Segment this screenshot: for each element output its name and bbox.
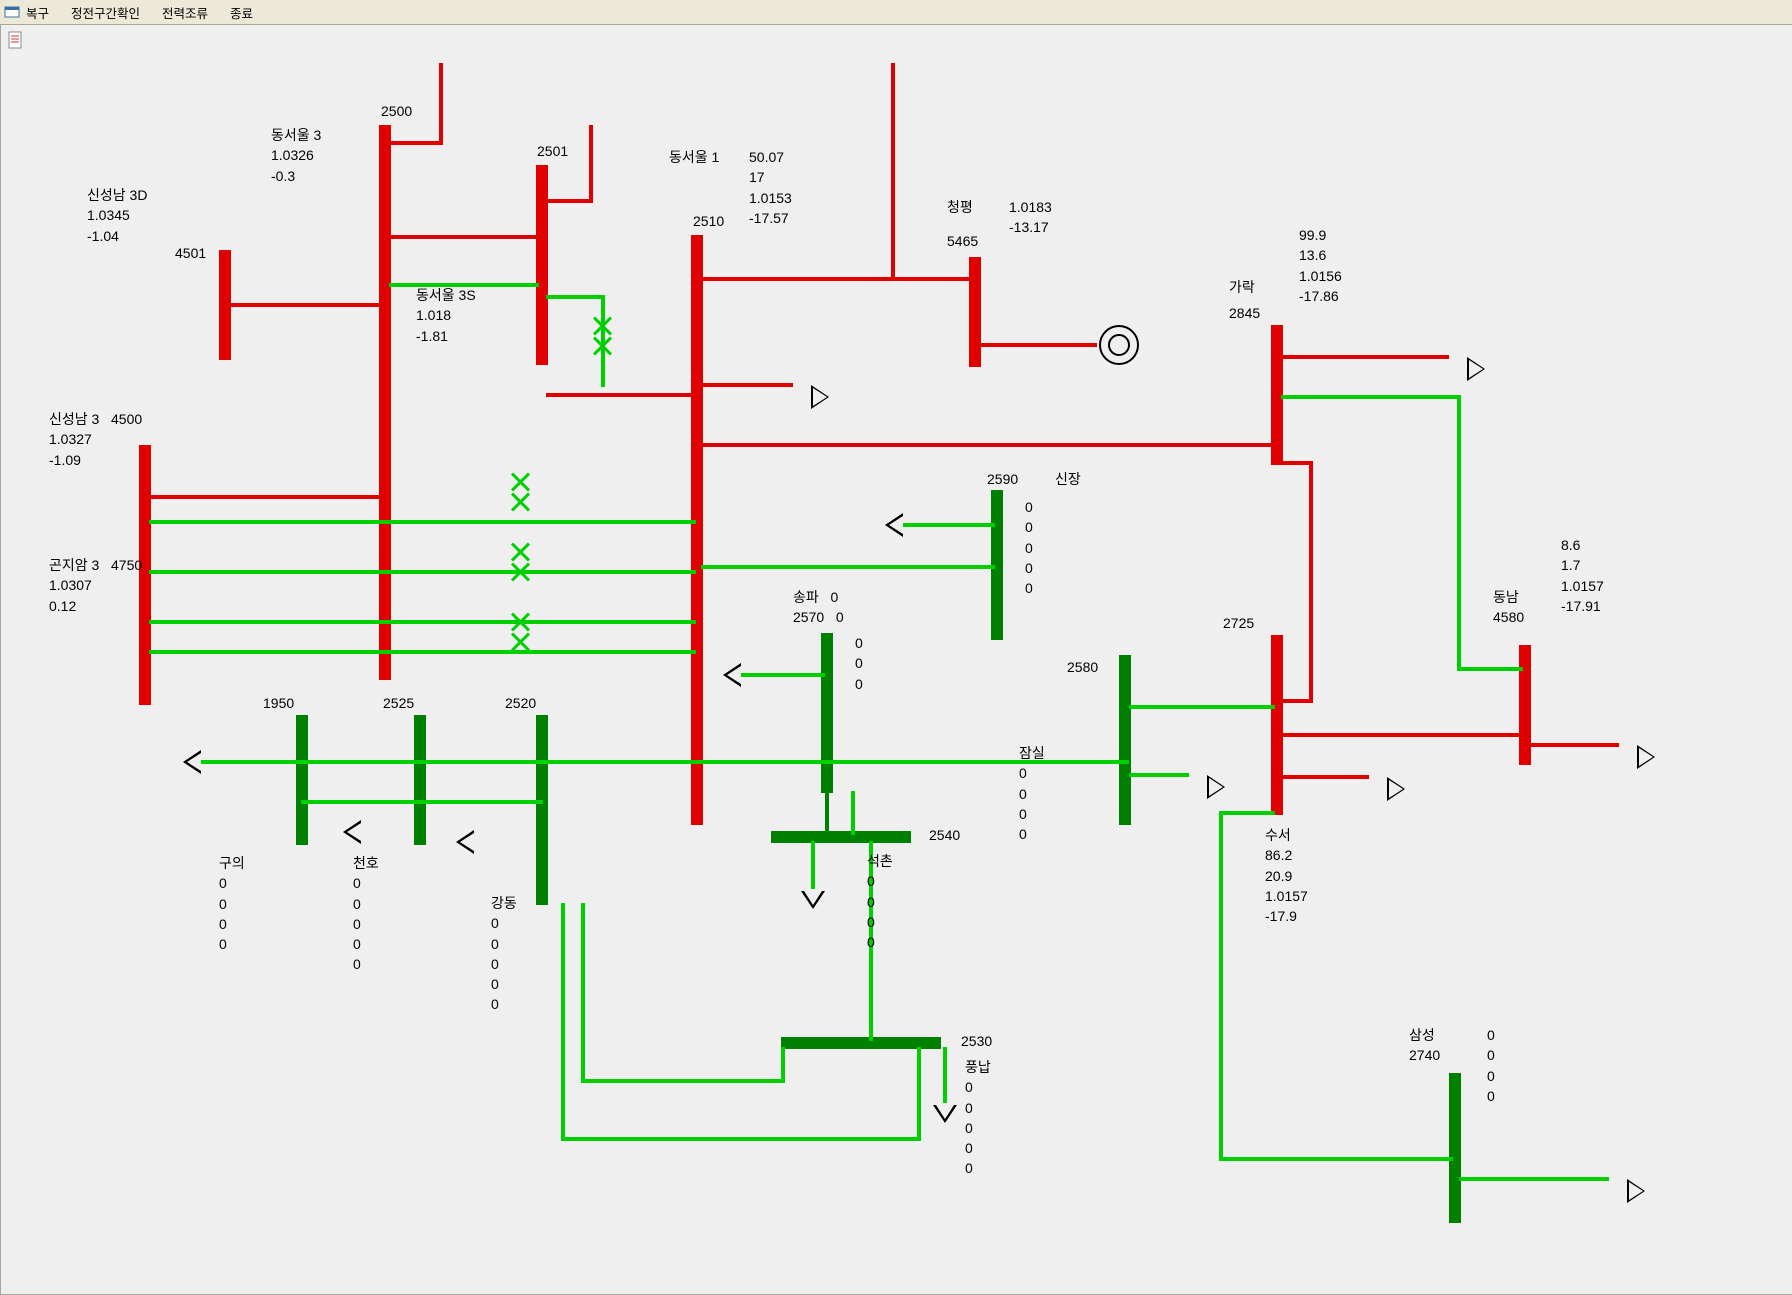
generator-icon (1099, 325, 1139, 365)
switch-icon (511, 543, 529, 561)
menu-outage-check[interactable]: 정전구간확인 (71, 3, 140, 22)
bus-label: 동남 4580 (1493, 587, 1524, 628)
bus-2740 (1449, 1073, 1461, 1223)
bus-label: 천호 0 0 0 0 0 (353, 853, 379, 975)
switch-icon (511, 563, 529, 581)
bus-2570 (821, 633, 833, 793)
bus-values: 99.9 13.6 1.0156 -17.86 (1299, 225, 1342, 306)
bus-values: 8.6 1.7 1.0157 -17.91 (1561, 535, 1604, 616)
app-icon (4, 5, 20, 19)
bus-label: 동서울 3 1.0326 -0.3 (271, 125, 321, 186)
bus-id: 2540 (929, 825, 960, 845)
arrow-icon (1637, 745, 1655, 769)
switch-icon (511, 493, 529, 511)
bus-id: 2530 (961, 1031, 992, 1051)
bus-id: 2525 (383, 693, 414, 713)
switch-icon (593, 337, 611, 355)
bus-2520 (536, 715, 548, 905)
menu-power-flow[interactable]: 전력조류 (162, 3, 208, 22)
bus-values: 0 0 0 0 0 (1025, 497, 1033, 598)
diagram-canvas: 신성남 3D 1.0345 -1.04 4501 신성남 3 4500 1.03… (0, 25, 1792, 1295)
arrow-icon (1627, 1179, 1645, 1203)
switch-icon (511, 633, 529, 651)
bus-4580 (1519, 645, 1531, 765)
document-icon (7, 31, 25, 49)
bus-2540 (771, 831, 911, 843)
bus-1950 (296, 715, 308, 845)
bus-2510 (691, 235, 703, 825)
arrow-icon (1387, 777, 1405, 801)
bus-values: 50.07 17 1.0153 -17.57 (749, 147, 792, 228)
bus-id: 2501 (537, 141, 568, 161)
menu-exit[interactable]: 종료 (230, 3, 253, 22)
bus-2725 (1271, 635, 1283, 815)
bus-label: 삼성 2740 (1409, 1025, 1440, 1066)
bus-id: 2500 (381, 101, 412, 121)
switch-icon (593, 317, 611, 335)
bus-label: 수서 86.2 20.9 1.0157 -17.9 (1265, 825, 1308, 926)
bus-values: 1.0183 -13.17 (1009, 197, 1052, 238)
bus-2500 (379, 125, 391, 680)
menu-restore[interactable]: 복구 (26, 3, 49, 22)
bus-id: 2590 (987, 469, 1018, 489)
bus-label: 풍납 0 0 0 0 0 (965, 1057, 991, 1179)
bus-label: 동서울 1 (669, 147, 719, 167)
bus-label: 강동 0 0 0 0 0 (491, 893, 517, 1015)
arrow-icon (1467, 357, 1485, 381)
bus-label: 청평 (947, 197, 973, 217)
bus-label: 가락 (1229, 277, 1255, 297)
bus-label: 석촌 0 0 0 0 (867, 851, 893, 952)
bus-values: 0 0 0 (855, 633, 863, 694)
bus-2501 (536, 165, 548, 365)
bus-2580 (1119, 655, 1131, 825)
bus-label: 송파 0 2570 0 (793, 587, 844, 628)
menu-bar: 복구 정전구간확인 전력조류 종료 (0, 0, 1792, 25)
bus-id: 2520 (505, 693, 536, 713)
switch-icon (511, 613, 529, 631)
bus-label: 곤지암 3 4750 1.0307 0.12 (49, 555, 142, 616)
arrow-icon (811, 385, 829, 409)
bus-id: 2510 (693, 211, 724, 231)
bus-id: 2845 (1229, 303, 1260, 323)
bus-id: 2725 (1223, 613, 1254, 633)
bus-label: 잠실 0 0 0 0 (1019, 743, 1045, 844)
switch-icon (511, 473, 529, 491)
bus-label: 신성남 3D 1.0345 -1.04 (87, 185, 147, 246)
bus-id: 4501 (175, 243, 206, 263)
bus-id: 1950 (263, 693, 294, 713)
bus-label: 신장 (1055, 469, 1081, 489)
bus-values: 0 0 0 0 (1487, 1025, 1495, 1106)
bus-id: 5465 (947, 231, 978, 251)
bus-label: 동서울 3S 1.018 -1.81 (416, 285, 476, 346)
bus-id: 2580 (1067, 657, 1098, 677)
arrow-icon (1207, 775, 1225, 799)
bus-5465 (969, 257, 981, 367)
bus-label: 구의 0 0 0 0 (219, 853, 245, 954)
bus-label: 신성남 3 4500 1.0327 -1.09 (49, 409, 142, 470)
bus-2525 (414, 715, 426, 845)
